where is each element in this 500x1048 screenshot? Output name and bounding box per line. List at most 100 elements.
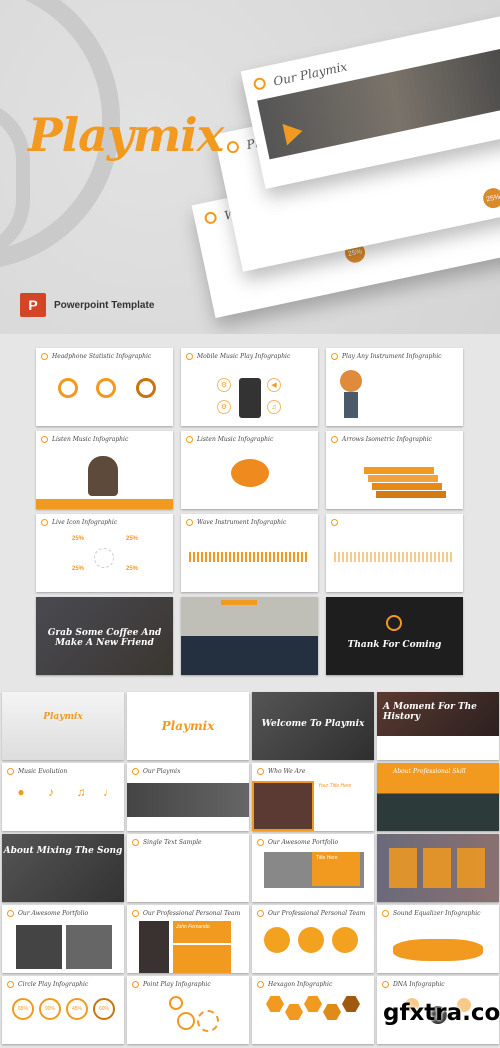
- music-logo-icon: [257, 910, 264, 917]
- listener-illustration: [88, 456, 118, 496]
- slide-title: Our Awesome Portfolio: [268, 839, 339, 846]
- slide-thumbnail[interactable]: Playmix: [127, 692, 249, 760]
- hexagon: [304, 996, 322, 1012]
- isometric-step: [372, 483, 442, 490]
- slide-thumbnail[interactable]: About Mixing The Song: [2, 834, 124, 902]
- slide-thumbnail[interactable]: Single Text Sample: [127, 834, 249, 902]
- slide-thumbnail[interactable]: Our Awesome Portfolio: [2, 905, 124, 973]
- waveform: [189, 552, 309, 562]
- slide-thumbnail[interactable]: Playmix: [2, 692, 124, 760]
- progress-value: 60%: [98, 1006, 109, 1012]
- slide-thumbnail[interactable]: Grab Some Coffee And Make A New Friend: [36, 597, 173, 675]
- slide-thumbnail[interactable]: Headphone Statistic Infographic: [36, 348, 173, 426]
- slide-thumbnail[interactable]: Wave Instrument Infographic: [181, 514, 318, 592]
- music-logo-icon: [132, 981, 139, 988]
- slide-thumbnail[interactable]: [326, 514, 463, 592]
- slide-title: Music Evolution: [18, 768, 68, 775]
- person-photo: [252, 781, 314, 831]
- slide-thumbnail[interactable]: Listen Music Infographic: [181, 431, 318, 509]
- guitar-icon: ♪: [48, 785, 54, 799]
- slide-thumbnail[interactable]: Music Evolution ● ♪ ♫ ♩: [2, 763, 124, 831]
- slide-headline: Thank For Coming: [347, 639, 442, 650]
- music-note-card: [423, 848, 451, 888]
- product-label: P Powerpoint Template: [20, 293, 154, 317]
- slide-thumbnail[interactable]: Sound Equalizer Infographic: [377, 905, 499, 973]
- slide-headline: Playmix: [43, 712, 83, 723]
- slide-thumbnail[interactable]: Arrows Isometric Infographic: [326, 431, 463, 509]
- slide-thumbnail[interactable]: Thank For Coming: [326, 597, 463, 675]
- music-logo-icon: [225, 140, 241, 155]
- music-logo-icon: [382, 910, 389, 917]
- skills-panel: [173, 945, 231, 973]
- product-label-text: Powerpoint Template: [54, 299, 155, 311]
- mixer-photo: [127, 783, 249, 817]
- slide-title: Listen Music Infographic: [52, 436, 129, 443]
- headphones-card: [389, 848, 417, 888]
- portfolio-panel: Title Here: [312, 852, 360, 886]
- slide-headline: Playmix: [161, 719, 215, 734]
- music-logo-icon: [203, 210, 218, 226]
- slide-headline: A Moment For The History: [383, 702, 477, 722]
- map-pin: [197, 1010, 219, 1032]
- progress-value: 90%: [44, 1006, 55, 1012]
- progress-value: 45%: [71, 1006, 82, 1012]
- slide-thumbnail[interactable]: Circle Play Infographic 65% 90% 45% 60%: [2, 976, 124, 1044]
- slide-thumbnail[interactable]: Mobile Music Play Infographic ⚙ ◀ ⚙ ♫: [181, 348, 318, 426]
- slide-title: Our Awesome Portfolio: [18, 910, 89, 917]
- slide-thumbnail[interactable]: Our Professional Personal Team John Fern…: [127, 905, 249, 973]
- slide-title: Mobile Music Play Infographic: [197, 353, 291, 360]
- phone-illustration: [239, 378, 261, 418]
- slide-thumbnail[interactable]: Our Professional Personal Team: [252, 905, 374, 973]
- guitarist-illustration: [340, 370, 362, 392]
- isometric-step: [368, 475, 438, 482]
- portfolio-photo: [16, 925, 62, 969]
- slide-thumbnail[interactable]: Welcome To Playmix: [252, 692, 374, 760]
- progress-ring: 60%: [93, 998, 115, 1020]
- brain-illustration: [231, 459, 269, 487]
- music-logo-icon: [132, 910, 139, 917]
- member-name-panel: John Fernando: [173, 921, 231, 943]
- slide-thumbnail[interactable]: About Professional Skill: [377, 763, 499, 831]
- team-badge: [264, 927, 290, 953]
- headphones-icon: [58, 378, 78, 398]
- member-name: John Fernando: [176, 924, 210, 930]
- portfolio-photo: [66, 925, 112, 969]
- hexagon: [285, 1004, 303, 1020]
- guitarist-body: [344, 392, 358, 418]
- slide-thumbnail[interactable]: Our Playmix: [127, 763, 249, 831]
- slide-title: Our Playmix: [143, 768, 181, 775]
- slide-thumbnail[interactable]: Who We Are Your Title Here: [252, 763, 374, 831]
- slide-title: Our Professional Personal Team: [143, 910, 241, 917]
- music-logo-icon: [132, 768, 139, 775]
- saxophone-icon: ♫: [76, 785, 86, 799]
- slide-thumbnail[interactable]: Point Play Infographic: [127, 976, 249, 1044]
- slide-thumbnail[interactable]: Play Any Instrument Infographic: [326, 348, 463, 426]
- slide-thumbnail[interactable]: Our Awesome Portfolio Title Here: [252, 834, 374, 902]
- slide-title: About Professional Skill: [393, 768, 466, 775]
- music-logo-icon: [7, 910, 14, 917]
- slide-title: Wave Instrument Infographic: [197, 519, 287, 526]
- slide-headline: Welcome To Playmix: [261, 719, 365, 730]
- map-pin: [169, 996, 183, 1010]
- slide-thumbnail[interactable]: Hexagon Infographic: [252, 976, 374, 1044]
- music-logo-icon: [132, 839, 139, 846]
- map-pin: [177, 1012, 195, 1030]
- slide-thumbnail[interactable]: Listen Music Infographic: [36, 431, 173, 509]
- slide-title: Single Text Sample: [143, 839, 202, 846]
- music-logo-icon: [382, 981, 389, 988]
- slide-thumbnail[interactable]: Live Icon Infographic 25% 25% 25% 25%: [36, 514, 173, 592]
- music-logo-icon: [386, 615, 402, 631]
- hexagon: [323, 1004, 341, 1020]
- slide-thumbnail[interactable]: [181, 597, 318, 675]
- music-logo-icon: [41, 353, 48, 360]
- site-watermark: gfxtra.com: [383, 1000, 500, 1026]
- music-logo-icon: [41, 436, 48, 443]
- speaker-card: [457, 848, 485, 888]
- music-logo-icon: [7, 768, 14, 775]
- equalizer-wave: [393, 939, 483, 961]
- slide-thumbnail[interactable]: A Moment For The History: [377, 692, 499, 760]
- gear-icon: ⚙: [217, 400, 231, 414]
- slide-title: Listen Music Infographic: [197, 436, 274, 443]
- slide-thumbnail[interactable]: [377, 834, 499, 902]
- team-badge: [332, 927, 358, 953]
